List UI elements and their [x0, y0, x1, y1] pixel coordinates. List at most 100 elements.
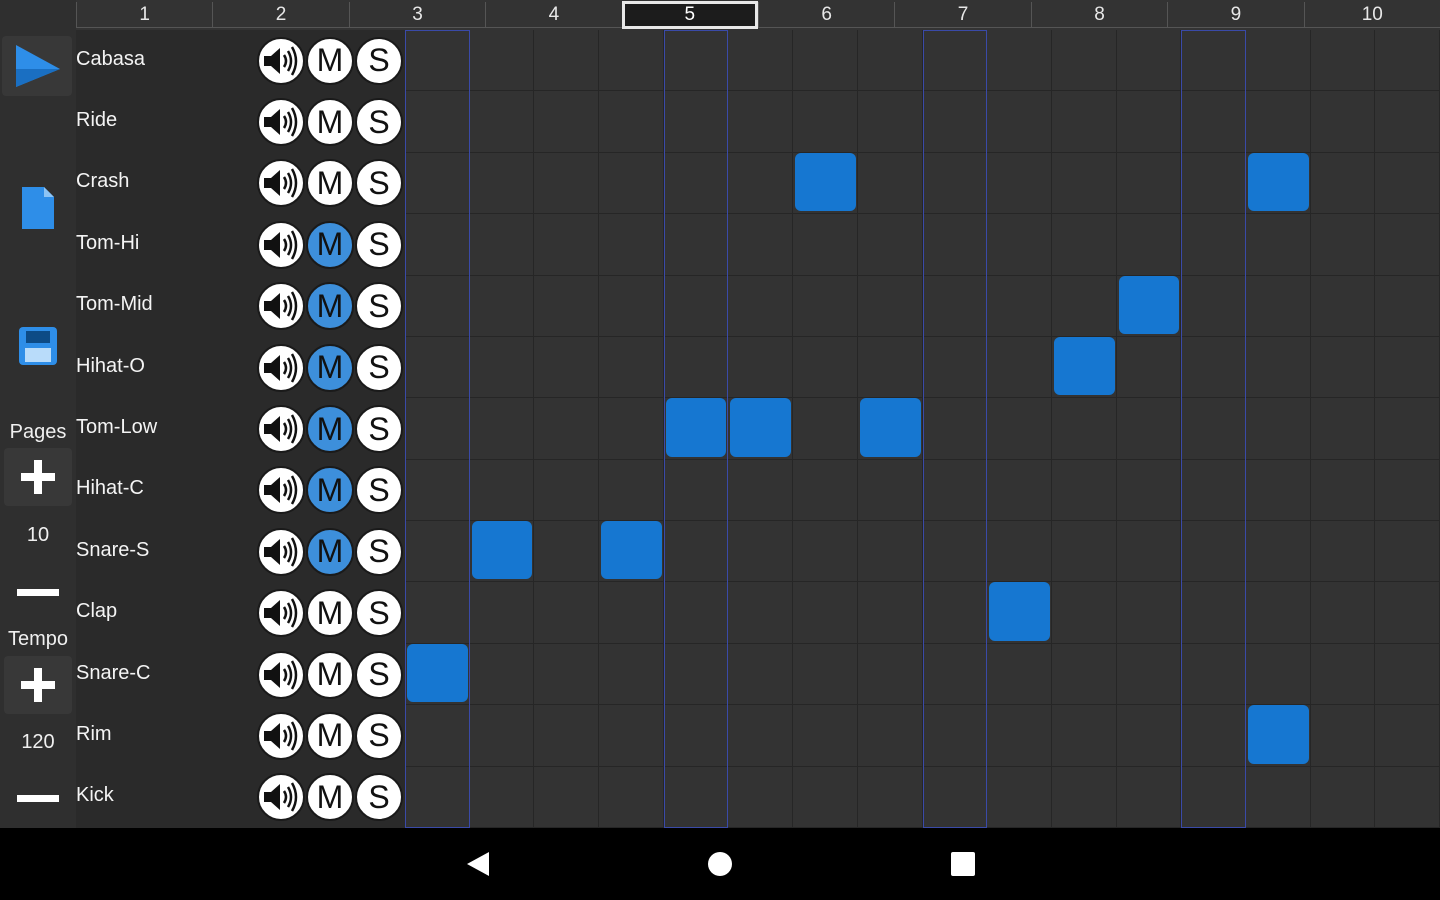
grid-cell[interactable]: [728, 643, 794, 706]
mute-button[interactable]: M: [306, 589, 354, 638]
volume-button[interactable]: [257, 98, 305, 147]
home-button[interactable]: [684, 828, 756, 900]
active-step[interactable]: [989, 582, 1050, 641]
grid-cell[interactable]: [1181, 336, 1246, 399]
grid-cell[interactable]: [599, 398, 664, 460]
grid-cell[interactable]: [857, 766, 923, 828]
grid-cell[interactable]: [663, 459, 729, 522]
grid-cell[interactable]: [987, 152, 1052, 215]
grid-cell[interactable]: [663, 91, 729, 153]
active-step[interactable]: [665, 398, 727, 457]
grid-cell[interactable]: [663, 705, 729, 767]
active-step[interactable]: [407, 643, 468, 703]
grid-cell[interactable]: [728, 336, 794, 399]
new-pattern-button[interactable]: [8, 178, 68, 238]
grid-cell[interactable]: [1375, 643, 1440, 706]
grid-cell[interactable]: [663, 336, 729, 399]
grid-cell[interactable]: [469, 336, 535, 399]
grid-cell[interactable]: [663, 275, 729, 337]
grid-cell[interactable]: [987, 214, 1052, 276]
mute-button[interactable]: M: [306, 773, 354, 822]
grid-cell[interactable]: [1051, 91, 1117, 153]
grid-cell[interactable]: [1375, 459, 1440, 522]
grid-cell[interactable]: [405, 152, 470, 215]
grid-cell[interactable]: [663, 582, 729, 644]
active-step[interactable]: [1053, 336, 1115, 396]
grid-cell[interactable]: [534, 398, 600, 460]
grid-cell[interactable]: [534, 459, 600, 522]
mute-button[interactable]: M: [306, 159, 354, 208]
grid-cell[interactable]: [922, 766, 988, 828]
grid-cell[interactable]: [922, 91, 988, 153]
grid-cell[interactable]: [728, 766, 794, 828]
grid-cell[interactable]: [1310, 766, 1376, 828]
grid-cell[interactable]: [469, 398, 535, 460]
solo-button[interactable]: S: [355, 282, 403, 331]
grid-cell[interactable]: [405, 705, 470, 767]
grid-cell[interactable]: [922, 398, 988, 460]
grid-cell[interactable]: [1310, 459, 1376, 522]
active-step[interactable]: [795, 152, 856, 212]
volume-button[interactable]: [257, 527, 305, 576]
grid-cell[interactable]: [728, 214, 794, 276]
grid-cell[interactable]: [599, 336, 664, 399]
grid-cell[interactable]: [405, 275, 470, 337]
grid-cell[interactable]: [922, 459, 988, 522]
grid-cell[interactable]: [1245, 643, 1311, 706]
active-step[interactable]: [601, 521, 662, 580]
grid-cell[interactable]: [793, 214, 858, 276]
grid-cell[interactable]: [1375, 214, 1440, 276]
grid-cell[interactable]: [793, 398, 858, 460]
volume-button[interactable]: [257, 220, 305, 269]
grid-cell[interactable]: [469, 705, 535, 767]
grid-cell[interactable]: [534, 705, 600, 767]
grid-cell[interactable]: [1375, 705, 1440, 767]
mute-button[interactable]: M: [306, 343, 354, 392]
volume-button[interactable]: [257, 343, 305, 392]
grid-cell[interactable]: [1181, 643, 1246, 706]
grid-cell[interactable]: [793, 336, 858, 399]
grid-cell[interactable]: [1375, 152, 1440, 215]
grid-cell[interactable]: [728, 459, 794, 522]
play-button[interactable]: [2, 36, 72, 96]
grid-cell[interactable]: [599, 152, 664, 215]
volume-button[interactable]: [257, 466, 305, 515]
grid-cell[interactable]: [599, 582, 664, 644]
grid-cell[interactable]: [793, 459, 858, 522]
grid-cell[interactable]: [599, 30, 664, 92]
solo-button[interactable]: S: [355, 405, 403, 453]
grid-cell[interactable]: [1310, 521, 1376, 583]
grid-cell[interactable]: [728, 30, 794, 92]
grid-cell[interactable]: [405, 521, 470, 583]
solo-button[interactable]: S: [355, 773, 403, 822]
grid-cell[interactable]: [987, 459, 1052, 522]
grid-cell[interactable]: [987, 398, 1052, 460]
grid-cell[interactable]: [1181, 582, 1246, 644]
grid-cell[interactable]: [405, 766, 470, 828]
volume-button[interactable]: [257, 650, 305, 699]
page-tab-3[interactable]: 3: [348, 2, 486, 28]
grid-cell[interactable]: [1245, 30, 1311, 92]
grid-cell[interactable]: [1245, 766, 1311, 828]
volume-button[interactable]: [257, 773, 305, 822]
solo-button[interactable]: S: [355, 159, 403, 208]
grid-cell[interactable]: [1181, 30, 1246, 92]
grid-cell[interactable]: [1310, 214, 1376, 276]
grid-cell[interactable]: [857, 643, 923, 706]
solo-button[interactable]: S: [355, 650, 403, 699]
grid-cell[interactable]: [922, 521, 988, 583]
grid-cell[interactable]: [534, 521, 600, 583]
page-tab-2[interactable]: 2: [212, 2, 349, 28]
grid-cell[interactable]: [469, 275, 535, 337]
grid-cell[interactable]: [663, 30, 729, 92]
recents-button[interactable]: [927, 828, 999, 900]
grid-cell[interactable]: [987, 766, 1052, 828]
grid-cell[interactable]: [1375, 91, 1440, 153]
grid-cell[interactable]: [1310, 398, 1376, 460]
save-button[interactable]: [8, 316, 68, 376]
grid-cell[interactable]: [1245, 521, 1311, 583]
page-tab-4[interactable]: 4: [485, 2, 622, 28]
grid-cell[interactable]: [1116, 705, 1182, 767]
back-button[interactable]: [442, 828, 514, 900]
grid-cell[interactable]: [534, 214, 600, 276]
